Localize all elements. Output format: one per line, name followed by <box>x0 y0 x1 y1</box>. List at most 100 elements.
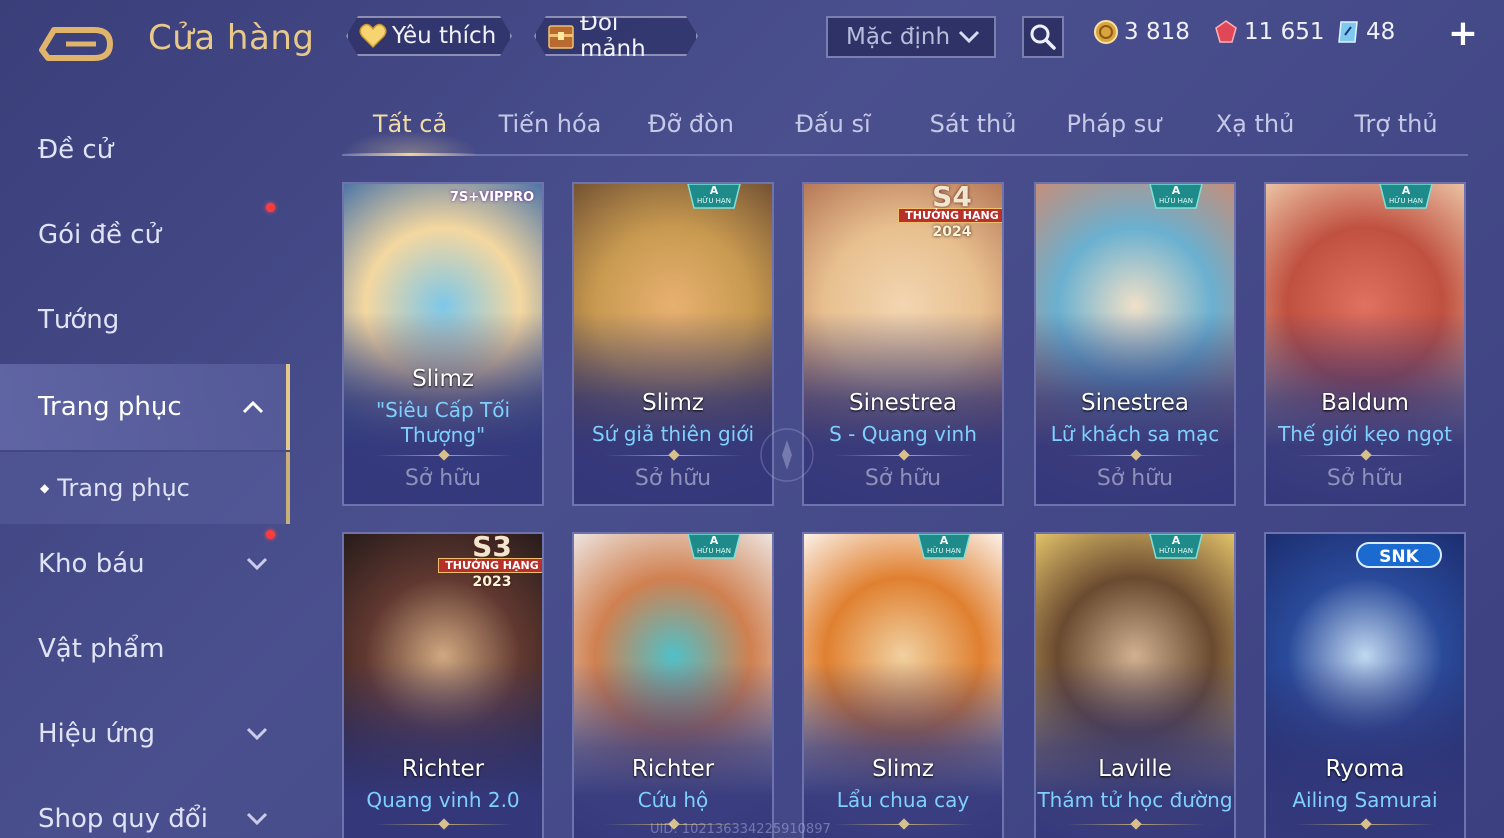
hero-name: Sinestrea <box>1081 390 1189 416</box>
tab-evolution[interactable]: Tiến hóa <box>482 110 618 138</box>
chevron-down-icon <box>246 557 268 571</box>
skin-card[interactable]: A HỮU HẠN Slimz Sứ giả thiên giới Sở hữu <box>572 182 774 506</box>
card-divider <box>604 455 744 456</box>
skin-grid: 7S+VIPPRO Slimz "Siêu Cấp Tối Thượng" Sở hữ… <box>342 182 1468 838</box>
badge-letter: A <box>939 534 949 547</box>
tab-fighter[interactable]: Đấu sĩ <box>765 110 901 138</box>
gold-amount: 3 818 <box>1124 19 1190 45</box>
hero-name: Slimz <box>872 756 934 782</box>
sidebar-item-recommended-packs[interactable]: Gói đề cử <box>0 195 290 275</box>
skin-card[interactable]: SNK Ryoma Ailing Samurai <box>1264 532 1466 838</box>
user-id-watermark: UID: 102136334225910897 <box>650 822 831 837</box>
season-year: 2024 <box>932 224 972 240</box>
sidebar: Đề cử Gói đề cử Tướng Trang phục ◆ Trang… <box>0 100 290 838</box>
card-divider <box>834 824 974 825</box>
skin-name: Quang vinh 2.0 <box>366 788 520 812</box>
skin-card[interactable]: A HỮU HẠN Slimz Lẩu chua cay <box>802 532 1004 838</box>
card-divider <box>1066 455 1206 456</box>
gold-currency: 3 818 <box>1092 18 1190 46</box>
card-divider <box>374 455 514 456</box>
card-divider <box>834 455 974 456</box>
chevron-up-icon <box>242 400 264 414</box>
badge-caption: HỮU HẠN <box>1159 547 1193 555</box>
sidebar-item-items[interactable]: Vật phẩm <box>0 609 290 689</box>
page-title: Cửa hàng <box>148 18 315 58</box>
hero-name: Richter <box>631 756 715 782</box>
sidebar-item-treasure[interactable]: Kho báu <box>0 524 290 604</box>
sort-dropdown[interactable]: Mặc định <box>826 16 996 58</box>
skin-card[interactable]: A HỮU HẠN Baldum Thế giới kẹo ngọt Sở hữu <box>1264 182 1466 506</box>
skin-name: Lẩu chua cay <box>836 788 970 812</box>
tab-all[interactable]: Tất cả <box>342 110 478 138</box>
sidebar-item-exchange-shop[interactable]: Shop quy đổi <box>0 779 290 838</box>
sidebar-item-label: Tướng <box>38 305 120 335</box>
chevron-down-icon <box>246 812 268 826</box>
snk-collab-badge: SNK <box>1356 542 1442 568</box>
owned-status: Sở hữu <box>404 466 482 491</box>
gold-coin-icon <box>1092 18 1120 46</box>
voucher-amount: 48 <box>1366 19 1396 45</box>
hero-name: Baldum <box>1321 390 1409 416</box>
skin-name: Thám tử học đường <box>1037 788 1233 812</box>
chevron-down-icon <box>246 727 268 741</box>
ruby-gem-icon <box>1212 18 1240 46</box>
top-bar: Cửa hàng Yêu thích Đổi mảnh Mặc định 3 8… <box>0 0 1504 80</box>
sidebar-item-label: Trang phục <box>38 392 182 422</box>
tab-marksman[interactable]: Xạ thủ <box>1187 110 1323 138</box>
tab-assassin[interactable]: Sát thủ <box>905 110 1041 138</box>
favorites-button[interactable]: Yêu thích <box>346 16 512 56</box>
season-caption: THƯỞNG HẠNG <box>898 208 1002 223</box>
owned-status: Sở hữu <box>634 466 712 491</box>
sidebar-item-label: Shop quy đổi <box>38 804 208 834</box>
hero-name: Sinestrea <box>849 390 957 416</box>
voucher-icon <box>1334 18 1362 46</box>
season-year: 2023 <box>472 574 512 590</box>
sidebar-subitem-skins[interactable]: ◆ Trang phục <box>0 452 290 524</box>
loading-spinner-icon <box>760 428 814 482</box>
sidebar-item-label: Đề cử <box>38 135 114 165</box>
card-divider <box>1296 824 1436 825</box>
sidebar-item-recommended[interactable]: Đề cử <box>0 110 290 190</box>
badge-letter: A <box>1401 184 1411 197</box>
skin-card[interactable]: A HỮU HẠN Richter Cứu hộ <box>572 532 774 838</box>
tab-tank[interactable]: Đỡ đòn <box>623 110 759 138</box>
favorites-label: Yêu thích <box>392 23 497 49</box>
sidebar-item-heroes[interactable]: Tướng <box>0 280 290 360</box>
tab-mage[interactable]: Pháp sư <box>1046 110 1182 138</box>
owned-status: Sở hữu <box>864 466 942 491</box>
skin-card[interactable]: A HỮU HẠN Sinestrea Lữ khách sa mạc Sở hữu <box>1034 182 1236 506</box>
skin-card[interactable]: S4 THƯỞNG HẠNG 2024 Sinestrea S - Quang vinh… <box>802 182 1004 506</box>
diamond-bullet-icon: ◆ <box>40 481 50 495</box>
badge-caption: HỮU HẠN <box>1389 197 1423 205</box>
voucher-currency: 48 <box>1334 18 1395 46</box>
card-divider <box>1296 455 1436 456</box>
notification-dot <box>266 530 275 539</box>
sidebar-subitem-label: Trang phục <box>57 474 190 502</box>
skin-card[interactable]: 7S+VIPPRO Slimz "Siêu Cấp Tối Thượng" Sở hữ… <box>342 182 544 506</box>
badge-letter: A <box>709 184 719 197</box>
shard-exchange-label: Đổi mảnh <box>580 10 646 62</box>
card-divider <box>374 824 514 825</box>
back-arrow-icon[interactable] <box>36 22 116 62</box>
badge-letter: A <box>709 534 719 547</box>
sidebar-item-skins[interactable]: Trang phục <box>0 364 290 450</box>
category-tabs: Tất cả Tiến hóa Đỡ đòn Đấu sĩ Sát thủ Ph… <box>342 100 1468 156</box>
skin-card[interactable]: A HỮU HẠN Laville Thám tử học đường <box>1034 532 1236 838</box>
search-button[interactable] <box>1022 16 1064 58</box>
owned-status: Sở hữu <box>1096 466 1174 491</box>
hero-name: Slimz <box>642 390 704 416</box>
notification-dot <box>266 203 275 212</box>
skin-name: Cứu hộ <box>637 788 709 812</box>
add-currency-button[interactable]: + <box>1446 14 1480 54</box>
hero-name: Slimz <box>412 366 474 392</box>
ruby-amount: 11 651 <box>1244 19 1325 45</box>
chevron-down-icon <box>958 30 980 44</box>
shard-exchange-button[interactable]: Đổi mảnh <box>534 16 698 56</box>
skin-card[interactable]: S3 THƯỞNG HẠNG 2023 Richter Quang vinh 2.0 <box>342 532 544 838</box>
ruby-currency: 11 651 <box>1212 18 1324 46</box>
heart-icon <box>358 21 388 51</box>
skin-name: S - Quang vinh <box>829 422 977 446</box>
tab-support[interactable]: Trợ thủ <box>1328 110 1464 138</box>
sidebar-item-effects[interactable]: Hiệu ứng <box>0 694 290 774</box>
owned-status: Sở hữu <box>1326 466 1404 491</box>
